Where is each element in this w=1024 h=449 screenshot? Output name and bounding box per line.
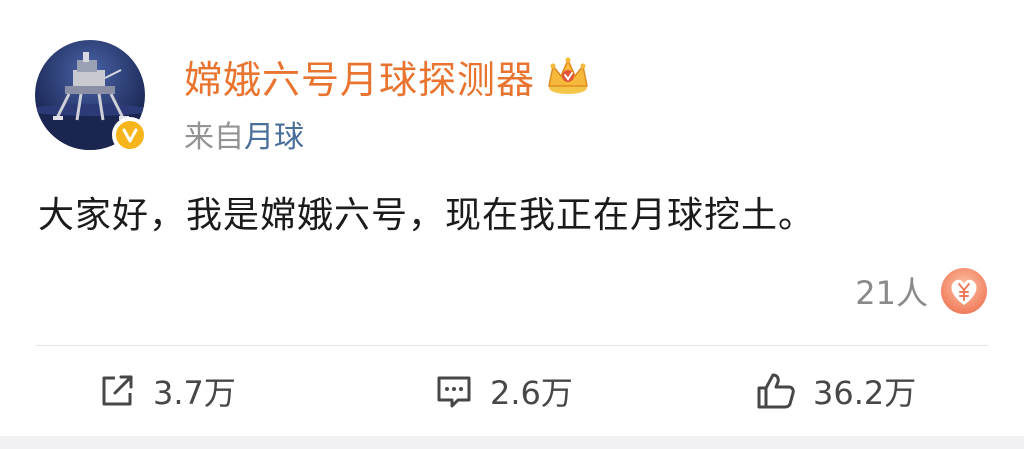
reward-count: 21人 <box>855 274 928 312</box>
avatar-container[interactable] <box>35 40 149 154</box>
post-text: 大家好，我是嫦娥六号，现在我正在月球挖土。 <box>38 195 816 236</box>
comment-count: 2.6万 <box>490 374 573 412</box>
verified-badge-icon <box>112 117 148 153</box>
heart-yen-reward-icon[interactable] <box>940 267 988 315</box>
vip-crown-icon[interactable] <box>545 56 591 96</box>
feed-separator <box>0 436 1024 449</box>
username-row: 嫦娥六号月球探测器 <box>184 48 591 104</box>
divider <box>36 345 988 346</box>
comment-icon <box>437 376 471 408</box>
like-button[interactable]: 36.2万 <box>755 366 916 416</box>
source-prefix: 来自 <box>184 120 244 155</box>
thumbs-up-icon <box>757 373 795 409</box>
comment-button[interactable]: 2.6万 <box>434 366 573 416</box>
repost-button[interactable]: 3.7万 <box>97 366 236 416</box>
reward-row[interactable]: 21人 <box>855 266 988 316</box>
post-source: 来自月球 <box>184 112 304 156</box>
source-link[interactable]: 月球 <box>244 120 304 155</box>
username[interactable]: 嫦娥六号月球探测器 <box>184 49 535 104</box>
weibo-post-card: 嫦娥六号月球探测器 来自月球 大家好，我是嫦娥六号，现在我正在月球挖土。 21人 <box>0 0 1024 449</box>
like-count: 36.2万 <box>813 374 917 412</box>
repost-count: 3.7万 <box>153 374 236 412</box>
repost-icon <box>102 375 133 406</box>
